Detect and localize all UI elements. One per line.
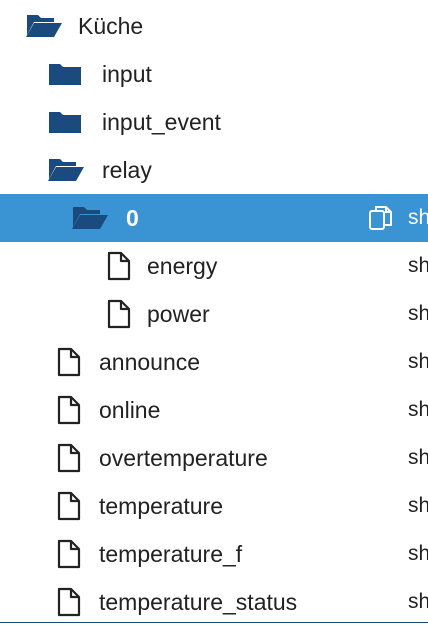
- tree-node-value: sh: [408, 446, 428, 469]
- tree-node-value: sh: [408, 542, 428, 565]
- tree-node-value: sh: [408, 398, 428, 421]
- tree-node-announce[interactable]: announce sh: [0, 338, 428, 386]
- file-icon: [49, 530, 89, 578]
- folder-icon: [45, 98, 85, 146]
- tree-node-temperature-f[interactable]: temperature_f sh: [0, 530, 428, 578]
- tree-node-kueche[interactable]: Küche: [0, 2, 428, 50]
- tree-node-value: sh: [408, 206, 428, 229]
- tree-node-label: input: [102, 61, 152, 87]
- tree-node-value: sh: [408, 302, 428, 325]
- folder-open-icon: [70, 194, 110, 242]
- tree-node-overtemperature[interactable]: overtemperature sh: [0, 434, 428, 482]
- tree-node-label: input_event: [102, 109, 221, 135]
- tree-node-label: relay: [102, 157, 152, 183]
- tree-node-label: overtemperature: [99, 445, 268, 471]
- tree-node-label: temperature_f: [99, 541, 243, 567]
- tree-node-power[interactable]: power sh: [0, 290, 428, 338]
- file-icon: [49, 578, 89, 626]
- tree-node-value: sh: [408, 254, 428, 277]
- file-icon: [99, 290, 139, 338]
- folder-icon: [45, 50, 85, 98]
- tree-node-label: 0: [126, 205, 139, 231]
- tree-node-label: temperature: [99, 493, 224, 519]
- tree-node-value: sh: [408, 350, 428, 373]
- file-icon: [99, 242, 139, 290]
- file-icon: [49, 338, 89, 386]
- tree-node-online[interactable]: online sh: [0, 386, 428, 434]
- tree-node-input[interactable]: input: [0, 50, 428, 98]
- copy-icon[interactable]: [366, 194, 396, 242]
- tree-node-0[interactable]: 0 sh: [0, 194, 428, 242]
- tree-node-label: power: [147, 301, 210, 327]
- file-icon: [49, 386, 89, 434]
- topic-tree: Küche input input_event relay 0 sh energ…: [0, 0, 428, 626]
- tree-node-relay[interactable]: relay: [0, 146, 428, 194]
- file-icon: [49, 434, 89, 482]
- tree-node-label: announce: [99, 349, 201, 375]
- divider: [0, 622, 428, 623]
- folder-open-icon: [46, 146, 86, 194]
- folder-open-icon: [24, 2, 64, 50]
- file-icon: [49, 482, 89, 530]
- tree-node-temperature[interactable]: temperature sh: [0, 482, 428, 530]
- tree-node-energy[interactable]: energy sh: [0, 242, 428, 290]
- tree-node-value: sh: [408, 590, 428, 613]
- tree-node-temperature-status[interactable]: temperature_status sh: [0, 578, 428, 626]
- tree-node-input-event[interactable]: input_event: [0, 98, 428, 146]
- tree-node-label: energy: [147, 253, 218, 279]
- tree-node-label: temperature_status: [99, 589, 298, 615]
- tree-node-label: Küche: [78, 13, 144, 39]
- tree-node-label: online: [99, 397, 161, 423]
- tree-node-value: sh: [408, 494, 428, 517]
